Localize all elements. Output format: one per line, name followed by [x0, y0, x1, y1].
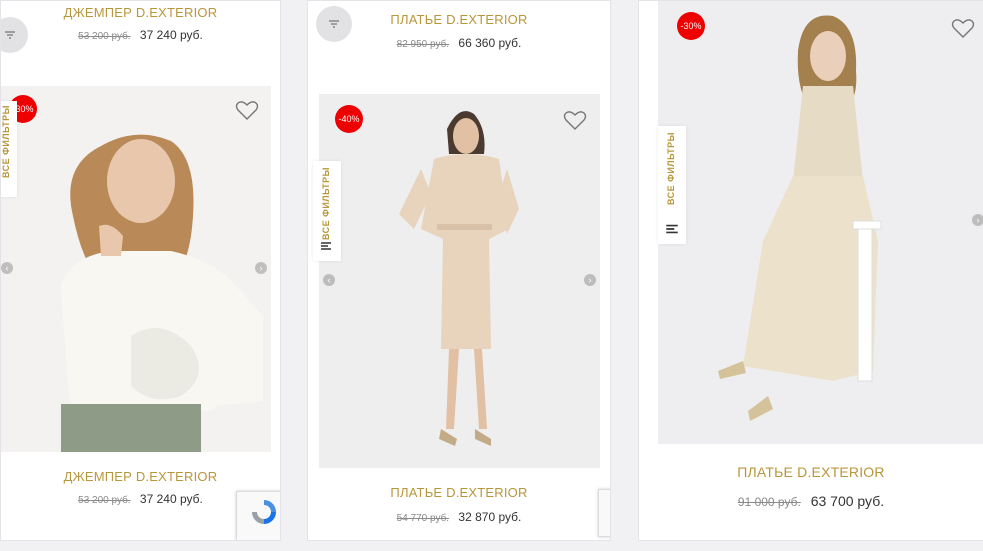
all-filters-label: ВСЕ ФИЛЬТРЫ: [666, 132, 676, 205]
all-filters-tab[interactable]: ВСЕ ФИЛЬТРЫ: [1, 101, 17, 197]
filter-button-round[interactable]: [1, 17, 28, 53]
prev-arrow-icon[interactable]: ‹: [1, 262, 13, 274]
price: 37 240 руб.: [139, 492, 203, 506]
product-photo-right[interactable]: [658, 1, 983, 444]
product-photo-mid[interactable]: [319, 94, 600, 468]
filter-icon: [5, 31, 15, 39]
price: 66 360 руб.: [458, 36, 522, 50]
old-price: 53 200 руб.: [78, 31, 131, 42]
old-price: 91 000 руб.: [737, 495, 801, 509]
all-filters-tab[interactable]: ВСЕ ФИЛЬТРЫ: [313, 161, 341, 261]
old-price: 54 770 руб.: [396, 513, 450, 524]
product-prices-mid: 54 770 руб. 32 870 руб.: [308, 510, 610, 524]
product-prices-right: 91 000 руб. 63 700 руб.: [639, 493, 983, 509]
all-filters-label: ВСЕ ФИЛЬТРЫ: [1, 105, 11, 178]
filter-icon: [329, 20, 339, 28]
model-image: [1, 86, 271, 452]
heart-icon[interactable]: [951, 17, 975, 39]
product-photo-left[interactable]: [1, 86, 271, 452]
product-card-mid[interactable]: ПЛАТЬЕ D.EXTERIOR 82 950 руб. 66 360 руб…: [307, 0, 611, 541]
next-arrow-icon[interactable]: ›: [584, 274, 596, 286]
next-arrow-icon[interactable]: ›: [255, 262, 267, 274]
price: 63 700 руб.: [810, 493, 885, 509]
model-image: [319, 94, 600, 468]
recaptcha-icon: [252, 500, 276, 524]
discount-badge: -30%: [677, 12, 705, 40]
heart-icon[interactable]: [563, 109, 587, 131]
product-title-top-mid[interactable]: ПЛАТЬЕ D.EXTERIOR: [308, 12, 610, 27]
old-price: 53 200 руб.: [78, 495, 131, 506]
product-prices-top-mid: 82 950 руб. 66 360 руб.: [308, 36, 610, 50]
recaptcha-badge[interactable]: [236, 491, 280, 540]
product-card-right[interactable]: -30% › ВСЕ ФИЛЬТРЫ ПЛАТЬЕ D.EXTERIOR 91 …: [638, 0, 983, 541]
discount-badge: -40%: [335, 105, 363, 133]
model-image: [658, 1, 983, 444]
price: 32 870 руб.: [458, 510, 522, 524]
next-arrow-icon[interactable]: ›: [972, 214, 983, 226]
price: 37 240 руб.: [139, 28, 203, 42]
filter-button-round[interactable]: [316, 6, 352, 42]
recaptcha-badge-partial[interactable]: [598, 489, 610, 537]
product-title-right[interactable]: ПЛАТЬЕ D.EXTERIOR: [639, 464, 983, 480]
filter-icon: [321, 242, 331, 250]
prev-arrow-icon[interactable]: ‹: [323, 274, 335, 286]
product-title-mid[interactable]: ПЛАТЬЕ D.EXTERIOR: [308, 485, 610, 500]
product-title-top-left[interactable]: ДЖЕМПЕР D.EXTERIOR: [1, 5, 280, 20]
product-prices-top-left: 53 200 руб. 37 240 руб.: [1, 28, 280, 42]
all-filters-label: ВСЕ ФИЛЬТРЫ: [321, 167, 331, 240]
all-filters-tab[interactable]: ВСЕ ФИЛЬТРЫ: [658, 126, 686, 244]
product-title-left[interactable]: ДЖЕМПЕР D.EXTERIOR: [1, 469, 280, 484]
filter-icon: [666, 224, 678, 234]
product-card-left[interactable]: ДЖЕМПЕР D.EXTERIOR 53 200 руб. 37 240 ру…: [0, 0, 281, 541]
heart-icon[interactable]: [235, 99, 259, 121]
old-price: 82 950 руб.: [396, 39, 450, 50]
